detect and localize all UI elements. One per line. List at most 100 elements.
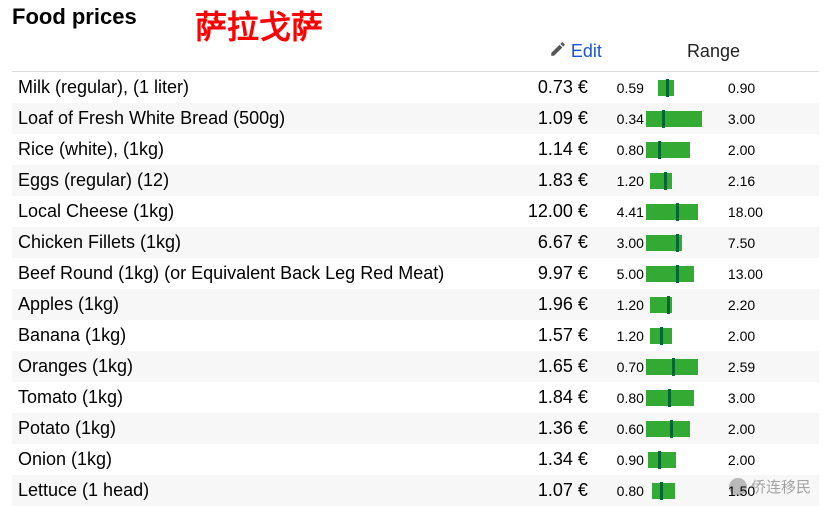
item-price: 1.83 €	[467, 165, 608, 196]
item-name: Beef Round (1kg) (or Equivalent Back Leg…	[12, 258, 467, 289]
item-price: 0.73 €	[467, 72, 608, 104]
range-bar	[646, 266, 726, 282]
range-low: 1.20	[614, 297, 644, 313]
pencil-icon	[549, 40, 567, 63]
range-low: 4.41	[614, 204, 644, 220]
range-low: 0.80	[614, 390, 644, 406]
range-high: 2.00	[728, 421, 758, 437]
table-row: Banana (1kg)1.57 €1.202.00	[12, 320, 819, 351]
item-name: Tomato (1kg)	[12, 382, 467, 413]
table-row: Beef Round (1kg) (or Equivalent Back Leg…	[12, 258, 819, 289]
table-row: Lettuce (1 head)1.07 €0.801.50	[12, 475, 819, 506]
item-price: 1.57 €	[467, 320, 608, 351]
item-range: 1.20 2.16	[608, 165, 819, 196]
item-price: 9.97 €	[467, 258, 608, 289]
item-name: Eggs (regular) (12)	[12, 165, 467, 196]
item-price: 1.34 €	[467, 444, 608, 475]
edit-label: Edit	[571, 41, 602, 62]
item-range: 0.34 3.00	[608, 103, 819, 134]
range-low: 5.00	[614, 266, 644, 282]
item-name: Banana (1kg)	[12, 320, 467, 351]
item-range: 3.00 7.50	[608, 227, 819, 258]
item-range: 0.90 2.00	[608, 444, 819, 475]
item-range: 0.59 0.90	[608, 72, 819, 104]
range-high: 2.00	[728, 452, 758, 468]
range-high: 2.00	[728, 142, 758, 158]
table-row: Eggs (regular) (12)1.83 € 1.20 2.16	[12, 165, 819, 196]
item-name: Rice (white), (1kg)	[12, 134, 467, 165]
range-high: 3.00	[728, 390, 758, 406]
range-low: 0.59	[614, 80, 644, 96]
wechat-icon	[729, 478, 747, 496]
watermark: 侨连移民	[729, 476, 811, 497]
range-low: 0.70	[614, 359, 644, 375]
range-high: 3.00	[728, 111, 758, 127]
item-price: 1.36 €	[467, 413, 608, 444]
table-row: Local Cheese (1kg)12.00 € 4.41 18.00	[12, 196, 819, 227]
item-price: 1.96 €	[467, 289, 608, 320]
item-name: Milk (regular), (1 liter)	[12, 72, 467, 104]
table-row: Milk (regular), (1 liter)0.73 € 0.59 0.90	[12, 72, 819, 104]
item-name: Onion (1kg)	[12, 444, 467, 475]
item-range: 4.41 18.00	[608, 196, 819, 227]
item-range: 5.00 13.00	[608, 258, 819, 289]
item-price: 1.65 €	[467, 351, 608, 382]
range-bar	[646, 359, 726, 375]
item-name: Apples (1kg)	[12, 289, 467, 320]
item-name: Lettuce (1 head)	[12, 475, 467, 506]
range-high: 13.00	[728, 266, 763, 282]
table-row: Onion (1kg)1.34 € 0.90 2.00	[12, 444, 819, 475]
range-bar	[646, 235, 726, 251]
edit-link[interactable]: Edit	[549, 40, 602, 63]
range-bar	[646, 173, 726, 189]
table-row: Apples (1kg)1.96 € 1.20 2.20	[12, 289, 819, 320]
range-bar	[646, 111, 726, 127]
range-bar	[646, 142, 726, 158]
item-name: Loaf of Fresh White Bread (500g)	[12, 103, 467, 134]
item-range: 0.70 2.59	[608, 351, 819, 382]
item-price: 1.84 €	[467, 382, 608, 413]
range-header: Range	[687, 41, 740, 61]
range-low: 3.00	[614, 235, 644, 251]
range-high: 2.20	[728, 297, 758, 313]
range-bar	[646, 390, 726, 406]
range-low: 0.34	[614, 111, 644, 127]
range-high: 2.59	[728, 359, 758, 375]
range-high: 18.00	[728, 204, 763, 220]
range-bar	[646, 421, 726, 437]
item-price: 1.14 €	[467, 134, 608, 165]
range-low: 0.90	[614, 452, 644, 468]
item-name: Local Cheese (1kg)	[12, 196, 467, 227]
range-high: 2.00	[728, 328, 758, 344]
item-price: 12.00 €	[467, 196, 608, 227]
item-range: 1.202.00	[608, 320, 819, 351]
table-row: Rice (white), (1kg)1.14 € 0.80 2.00	[12, 134, 819, 165]
item-name: Potato (1kg)	[12, 413, 467, 444]
item-price: 1.07 €	[467, 475, 608, 506]
item-range: 0.80 2.00	[608, 134, 819, 165]
table-row: Oranges (1kg)1.65 € 0.70 2.59	[12, 351, 819, 382]
range-bar	[646, 452, 726, 468]
range-bar	[646, 328, 726, 344]
item-range: 0.80 3.00	[608, 382, 819, 413]
item-name: Chicken Fillets (1kg)	[12, 227, 467, 258]
range-bar	[646, 483, 726, 499]
range-low: 0.80	[614, 483, 644, 499]
watermark-text: 侨连移民	[751, 476, 811, 497]
overlay-city-label: 萨拉戈萨	[195, 2, 323, 48]
range-low: 0.60	[614, 421, 644, 437]
item-name: Oranges (1kg)	[12, 351, 467, 382]
range-high: 7.50	[728, 235, 758, 251]
range-bar	[646, 204, 726, 220]
range-high: 2.16	[728, 173, 758, 189]
range-low: 1.20	[614, 173, 644, 189]
table-row: Loaf of Fresh White Bread (500g)1.09 €0.…	[12, 103, 819, 134]
range-low: 0.80	[614, 142, 644, 158]
item-range: 0.60 2.00	[608, 413, 819, 444]
prices-table: Edit Range Milk (regular), (1 liter)0.73…	[12, 30, 819, 506]
item-price: 1.09 €	[467, 103, 608, 134]
range-high: 0.90	[728, 80, 758, 96]
item-range: 1.20 2.20	[608, 289, 819, 320]
table-row: Tomato (1kg)1.84 € 0.80 3.00	[12, 382, 819, 413]
page-title: Food prices	[12, 4, 819, 30]
